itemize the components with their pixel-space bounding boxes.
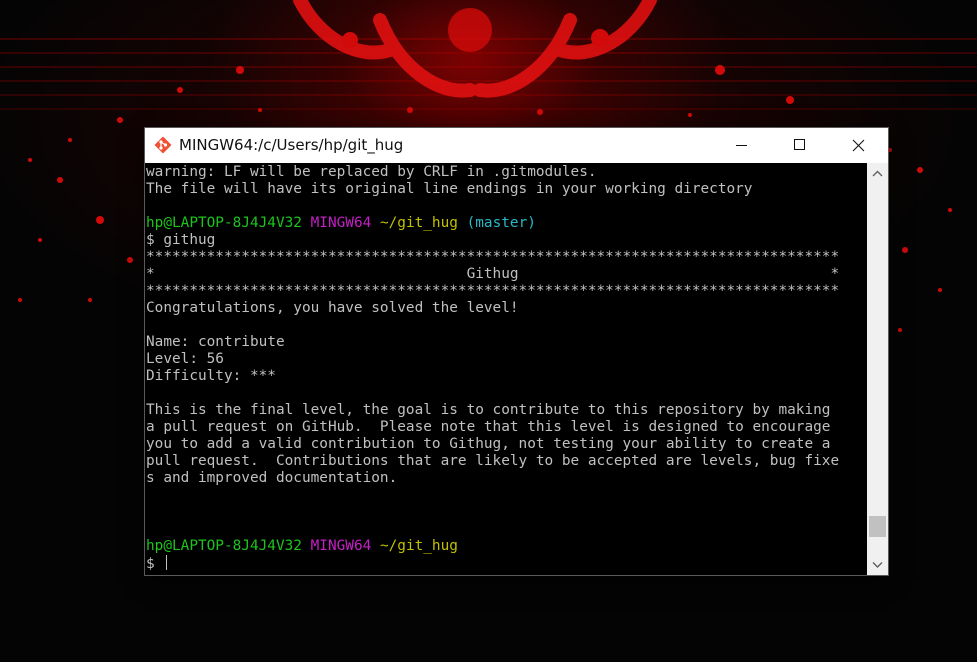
git-logo-icon [154,136,172,154]
terminal-window: MINGW64:/c/Users/hp/git_hug warning: LF … [145,128,888,575]
close-icon [852,139,865,152]
chevron-up-icon [872,170,883,177]
prompt-user-host: hp@LAPTOP-8J4J4V32 [146,538,302,554]
window-title: MINGW64:/c/Users/hp/git_hug [179,136,404,154]
prompt-line: hp@LAPTOP-8J4J4V32 MINGW64 ~/git_hug (ma… [146,215,536,232]
maximize-icon [794,139,805,150]
success-message: Congratulations, you have solved the lev… [146,300,519,316]
level-name: Name: contribute [146,334,285,350]
level-number: Level: 56 [146,351,224,367]
warning-line: The file will have its original line end… [146,181,753,197]
command-prompt: $ [146,556,164,572]
maximize-button[interactable] [770,128,828,163]
banner-border: ****************************************… [146,283,840,299]
scroll-thumb[interactable] [869,516,886,537]
scroll-up-button[interactable] [867,163,888,184]
vertical-scrollbar[interactable] [867,163,888,575]
desktop-wallpaper: MINGW64:/c/Users/hp/git_hug warning: LF … [0,0,977,662]
warning-line: warning: LF will be replaced by CRLF in … [146,164,597,180]
prompt-path: ~/git_hug [379,215,458,231]
minimize-button[interactable] [712,128,770,163]
description-line: you to add a valid contribution to Githu… [146,436,831,452]
description-line: a pull request on GitHub. Please note th… [146,419,831,435]
description-line: pull request. Contributions that are lik… [146,453,840,469]
command-input-line[interactable]: $ [146,555,168,572]
banner-border: ****************************************… [146,249,840,265]
scroll-down-button[interactable] [867,554,888,575]
prompt-shell: MINGW64 [310,538,372,554]
prompt-branch: (master) [466,215,536,231]
level-difficulty: Difficulty: *** [146,368,276,384]
description-line: This is the final level, the goal is to … [146,402,831,418]
prompt-shell: MINGW64 [310,215,372,231]
text-cursor [166,555,168,570]
description-line: s and improved documentation. [146,470,398,486]
banner-title: * Githug * [146,266,840,282]
prompt-path: ~/git_hug [379,538,458,554]
title-bar[interactable]: MINGW64:/c/Users/hp/git_hug [145,128,888,163]
prompt-line: hp@LAPTOP-8J4J4V32 MINGW64 ~/git_hug [146,538,458,555]
close-button[interactable] [828,128,888,163]
prompt-user-host: hp@LAPTOP-8J4J4V32 [146,215,302,231]
terminal-output[interactable]: warning: LF will be replaced by CRLF in … [145,163,867,575]
chevron-down-icon [872,562,883,568]
minimize-icon [736,145,747,146]
command-line: $ githug [146,232,216,248]
